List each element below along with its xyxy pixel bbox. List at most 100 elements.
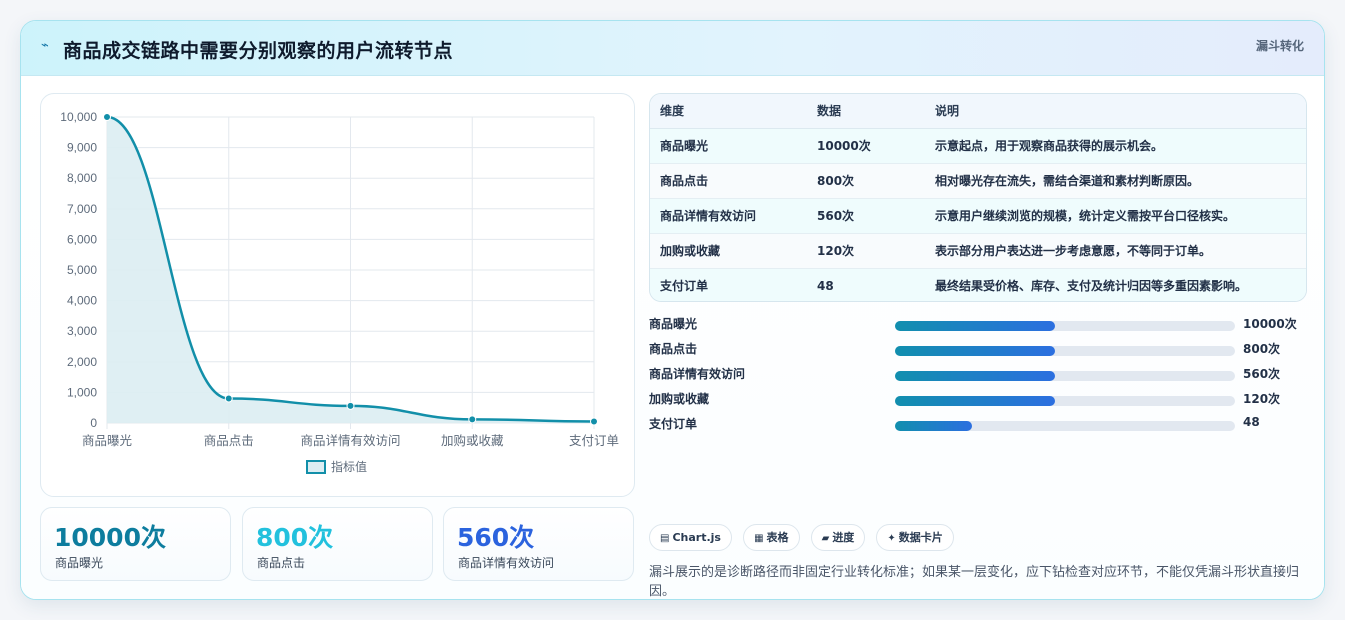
y-tick-label: 9,000 <box>67 141 97 155</box>
table-cell: 表示部分用户表达进一步考虑意愿，不等同于订单。 <box>925 233 1306 269</box>
tech-chips: ▤ Chart.js ▦ 表格 ▰ 进度 ✦ 数据卡片 <box>649 524 960 551</box>
data-point <box>590 417 598 426</box>
stat-label: 商品点击 <box>257 556 306 570</box>
stat-card: 800次 商品点击 <box>242 507 433 581</box>
chip-label: Chart.js <box>672 531 721 544</box>
table-cell: 支付订单 <box>650 268 807 301</box>
table-icon: ▦ <box>754 533 764 544</box>
stat-card: 560次 商品详情有效访问 <box>443 507 634 581</box>
progress-fill <box>895 421 973 431</box>
x-tick-label: 商品曝光 <box>82 433 132 448</box>
main-card: ⌁ 商品成交链路中需要分别观察的用户流转节点 漏斗转化 0 1,000 2,000 3… <box>20 20 1325 600</box>
y-tick-label: 0 <box>90 416 97 430</box>
y-tick-label: 7,000 <box>67 202 97 216</box>
sparkle-icon: ✦ <box>887 533 896 544</box>
chart-canvas: 0 1,000 2,000 3,000 4,000 5,000 6,000 7,000 8,00… <box>60 110 619 474</box>
stat-label: 商品曝光 <box>55 556 104 570</box>
chip-data-card[interactable]: ✦ 数据卡片 <box>876 524 954 551</box>
table-header-row: 维度 数据 说明 <box>650 94 1306 129</box>
table-row: 商品点击 800次 相对曝光存在流失，需结合渠道和素材判断原因。 <box>650 163 1306 199</box>
table-cell: 相对曝光存在流失，需结合渠道和素材判断原因。 <box>925 163 1306 199</box>
progress-value: 10000次 <box>1243 317 1297 331</box>
table-cell: 800次 <box>807 163 925 199</box>
progress-fill <box>895 396 1055 406</box>
table-cell: 示意用户继续浏览的规模，统计定义需按平台口径核实。 <box>925 198 1306 234</box>
x-tick-label: 商品点击 <box>204 433 254 448</box>
content-area: 0 1,000 2,000 3,000 4,000 5,000 6,000 7,000 8,00… <box>21 76 1324 599</box>
legend-swatch <box>306 460 326 474</box>
progress-label: 商品曝光 <box>649 317 698 331</box>
progress-value: 48 <box>1243 415 1260 429</box>
table-cell: 10000次 <box>807 128 925 164</box>
column-header: 数据 <box>807 94 925 129</box>
column-header: 说明 <box>925 94 1306 129</box>
y-tick-label: 2,000 <box>67 355 97 369</box>
progress-row: 加购或收藏 120次 <box>649 386 1309 411</box>
footnote: 漏斗展示的是诊断路径而非固定行业转化标准；如果某一层变化，应下钻检查对应环节，不… <box>649 565 1300 599</box>
progress-row: 商品点击 800次 <box>649 336 1309 361</box>
progress-label: 商品点击 <box>649 342 698 356</box>
progress-track <box>895 321 1235 331</box>
chip-progress[interactable]: ▰ 进度 <box>810 524 866 551</box>
progress-track <box>895 421 1235 431</box>
x-tick-label: 加购或收藏 <box>441 433 504 448</box>
chart-icon: ▤ <box>660 533 670 544</box>
y-tick-label: 10,000 <box>60 110 97 124</box>
legend-label: 指标值 <box>331 459 367 474</box>
table-cell: 商品曝光 <box>650 128 807 164</box>
line-chart: 0 1,000 2,000 3,000 4,000 5,000 6,000 7,000 8,00… <box>40 93 635 497</box>
y-tick-label: 4,000 <box>67 294 97 308</box>
stat-value: 560次 <box>457 523 535 552</box>
table-cell: 加购或收藏 <box>650 233 807 269</box>
category-tag: 漏斗转化 <box>1255 39 1304 53</box>
chip-table[interactable]: ▦ 表格 <box>743 524 800 551</box>
y-tick-label: 3,000 <box>67 324 97 338</box>
y-tick-label: 5,000 <box>67 263 97 277</box>
progress-list: 商品曝光 10000次 商品点击 800次 商品详情有效访问 560次 加购或收… <box>649 311 1309 436</box>
data-point <box>468 415 477 424</box>
x-tick-label: 支付订单 <box>569 433 619 448</box>
progress-fill <box>895 321 1055 331</box>
progress-icon: ▰ <box>821 533 830 544</box>
table-cell: 商品点击 <box>650 163 807 199</box>
progress-row: 商品详情有效访问 560次 <box>649 361 1309 386</box>
stat-value: 10000次 <box>54 523 166 552</box>
progress-track <box>895 346 1235 356</box>
data-point <box>224 394 233 403</box>
progress-fill <box>895 346 1055 356</box>
card-header: ⌁ 商品成交链路中需要分别观察的用户流转节点 漏斗转化 <box>21 21 1324 76</box>
chip-label: 进度 <box>832 531 855 544</box>
data-point <box>103 113 111 121</box>
table-cell: 48 <box>807 268 925 301</box>
table-cell: 示意起点，用于观察商品获得的展示机会。 <box>925 128 1306 164</box>
table-cell: 560次 <box>807 198 925 234</box>
table-row: 商品详情有效访问 560次 示意用户继续浏览的规模，统计定义需按平台口径核实。 <box>650 198 1306 234</box>
stat-value: 800次 <box>256 523 334 552</box>
data-table: 维度 数据 说明 商品曝光 10000次 示意起点，用于观察商品获得的展示机会。… <box>649 93 1307 302</box>
x-tick-label: 商品详情有效访问 <box>300 433 400 448</box>
table-cell: 商品详情有效访问 <box>650 198 807 234</box>
table-row: 商品曝光 10000次 示意起点，用于观察商品获得的展示机会。 <box>650 128 1306 164</box>
progress-track <box>895 396 1235 406</box>
progress-row: 支付订单 48 <box>649 411 1309 436</box>
data-point <box>346 401 355 410</box>
column-header: 维度 <box>650 94 807 129</box>
chip-label: 表格 <box>766 531 789 544</box>
chip-chartjs[interactable]: ▤ Chart.js <box>649 524 732 551</box>
y-tick-label: 6,000 <box>67 232 97 246</box>
page-title: 商品成交链路中需要分别观察的用户流转节点 <box>63 40 454 62</box>
table-row: 支付订单 48 最终结果受价格、库存、支付及统计归因等多重因素影响。 <box>650 268 1306 301</box>
progress-value: 800次 <box>1243 342 1281 356</box>
progress-label: 加购或收藏 <box>649 392 710 406</box>
y-tick-label: 8,000 <box>67 171 97 185</box>
table-cell: 最终结果受价格、库存、支付及统计归因等多重因素影响。 <box>925 268 1306 301</box>
progress-value: 560次 <box>1243 367 1281 381</box>
spark-icon: ⌁ <box>41 38 49 53</box>
progress-label: 商品详情有效访问 <box>649 367 746 381</box>
progress-value: 120次 <box>1243 392 1281 406</box>
progress-label: 支付订单 <box>649 417 698 431</box>
stat-label: 商品详情有效访问 <box>458 556 555 570</box>
table-row: 加购或收藏 120次 表示部分用户表达进一步考虑意愿，不等同于订单。 <box>650 233 1306 269</box>
progress-track <box>895 371 1235 381</box>
y-tick-label: 1,000 <box>67 385 97 399</box>
